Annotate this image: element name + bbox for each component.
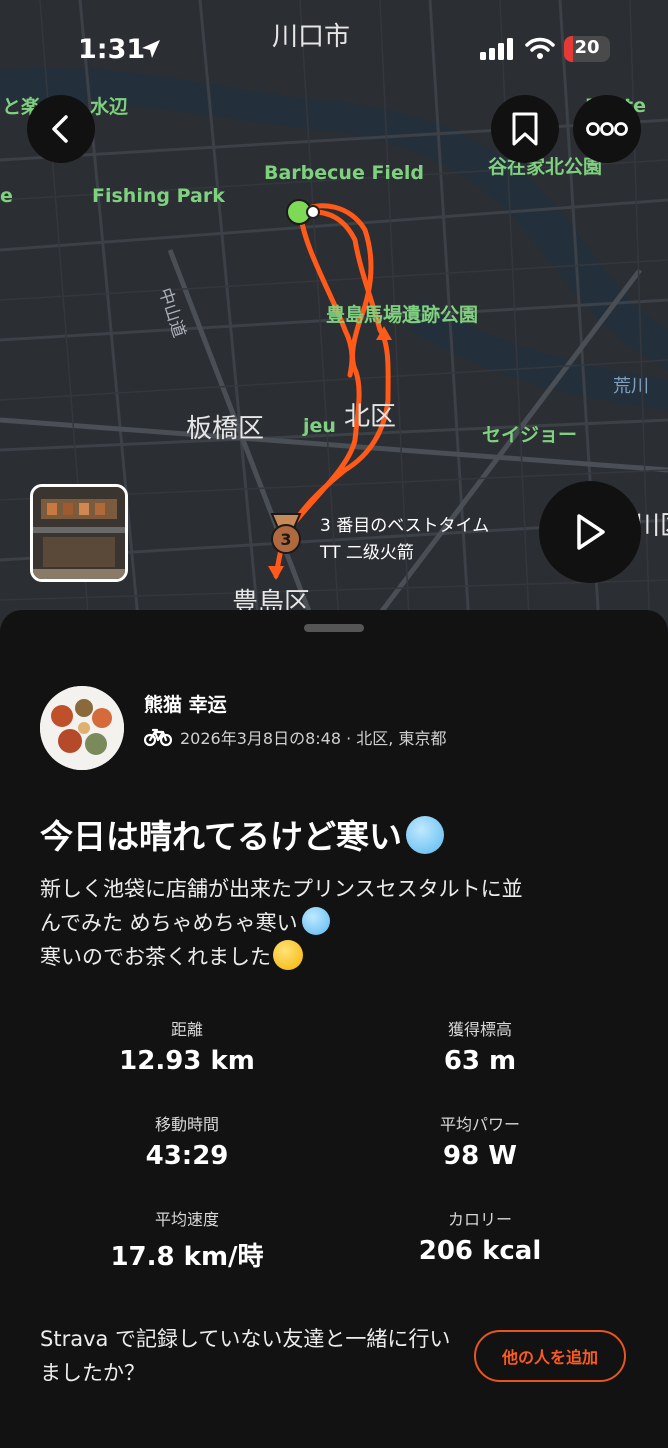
stat-average-power: 平均パワー 98 W xyxy=(350,1111,610,1171)
map-label-barbecue-field: Barbecue Field xyxy=(264,162,424,184)
activity-title-text: 今日は晴れてるけど寒い xyxy=(40,817,403,856)
activity-title: 今日は晴れてるけど寒い xyxy=(40,810,445,858)
stat-value: 43:29 xyxy=(145,1141,229,1171)
stat-calories: カロリー 206 kcal xyxy=(350,1206,610,1266)
bookmark-button[interactable] xyxy=(491,95,559,163)
location-arrow-icon xyxy=(140,38,162,64)
stat-value: 63 m xyxy=(443,1046,517,1076)
map-label-kita: 北区 xyxy=(344,402,397,432)
stat-value: 98 W xyxy=(443,1141,517,1171)
map-label-kawaguchi: 川口市 xyxy=(272,22,351,52)
map-label-best-time: 3 番目のベストタイム xyxy=(320,516,490,536)
medal-rank: 3 xyxy=(280,530,291,549)
athlete-name[interactable]: 熊猫 幸运 xyxy=(144,690,227,717)
map-label-waterside: 水辺 xyxy=(90,96,129,118)
bicycle-icon xyxy=(144,728,172,747)
cold-face-emoji-icon xyxy=(301,907,330,935)
stat-elevation-gain: 獲得標高 63 m xyxy=(350,1016,610,1076)
map-label-seijo: セイジョー xyxy=(482,424,578,446)
play-icon xyxy=(577,514,605,550)
activity-photo-thumbnail[interactable] xyxy=(30,484,128,582)
stat-value: 17.8 km/時 xyxy=(110,1242,264,1272)
add-friends-prompt: Strava で記録していない友達と一緒に行いましたか？ xyxy=(40,1327,451,1385)
battery-level: 20 xyxy=(574,37,600,58)
play-flyover-button[interactable] xyxy=(539,481,641,583)
cellular-signal-icon xyxy=(480,38,516,64)
activity-details-sheet: 熊猫 幸运 2026年3月8日の8:48 · 北区, 東京都 今日は晴れてるけど… xyxy=(0,610,668,1448)
stat-label: 平均速度 xyxy=(154,1210,219,1229)
activity-date-location: 2026年3月8日の8:48 · 北区, 東京都 xyxy=(180,729,447,748)
route-map[interactable]: 川口市 と楽 水辺 Barbecue Field Fishing Park e … xyxy=(0,0,668,640)
stat-value: 206 kcal xyxy=(418,1236,542,1266)
stat-label: 獲得標高 xyxy=(447,1020,512,1039)
chevron-left-icon xyxy=(52,115,68,143)
segment-medal-icon[interactable]: 3 xyxy=(266,512,306,560)
avatar[interactable] xyxy=(40,686,124,770)
hugging-face-emoji-icon xyxy=(273,940,303,970)
description-line: 寒いのでお茶くれました xyxy=(40,945,271,969)
stat-label: 距離 xyxy=(170,1020,203,1039)
map-label-arakawa: 荒川 xyxy=(613,376,649,397)
map-label-toshima-park: 豊島馬場遺跡公園 xyxy=(326,304,479,326)
map-label-jeu: jeu xyxy=(303,415,336,437)
sheet-grabber[interactable] xyxy=(304,624,364,632)
map-label-segment: TT 二级火箭 xyxy=(320,543,414,563)
bookmark-icon xyxy=(512,112,538,146)
more-options-button[interactable] xyxy=(573,95,641,163)
cold-face-emoji-icon xyxy=(406,816,445,854)
wifi-icon xyxy=(525,36,555,64)
description-line: んでみた めちゃめちゃ寒い xyxy=(40,911,298,935)
stat-value: 12.93 km xyxy=(119,1046,255,1076)
stat-label: 移動時間 xyxy=(154,1115,219,1134)
battery-icon: 20 xyxy=(564,36,610,62)
activity-description: 新しく池袋に店舗が出来たプリンスセスタルトに並 んでみた めちゃめちゃ寒い 寒い… xyxy=(40,872,640,974)
back-button[interactable] xyxy=(27,95,95,163)
stat-average-speed: 平均速度 17.8 km/時 xyxy=(57,1206,317,1273)
stat-label: カロリー xyxy=(447,1210,512,1229)
stat-distance: 距離 12.93 km xyxy=(57,1016,317,1076)
activity-meta: 2026年3月8日の8:48 · 北区, 東京都 xyxy=(144,725,446,749)
map-label-fishing-park: Fishing Park xyxy=(92,185,225,207)
add-others-button[interactable]: 他の人を追加 xyxy=(474,1330,626,1382)
map-label-itabashi: 板橋区 xyxy=(186,414,265,444)
stat-moving-time: 移動時間 43:29 xyxy=(57,1111,317,1171)
description-line: 新しく池袋に店舗が出来たプリンスセスタルトに並 xyxy=(40,877,523,901)
ellipsis-icon xyxy=(586,122,628,136)
stat-label: 平均パワー xyxy=(439,1115,520,1134)
status-time: 1:31 xyxy=(78,34,146,65)
map-label-left-edge: e xyxy=(0,185,13,207)
